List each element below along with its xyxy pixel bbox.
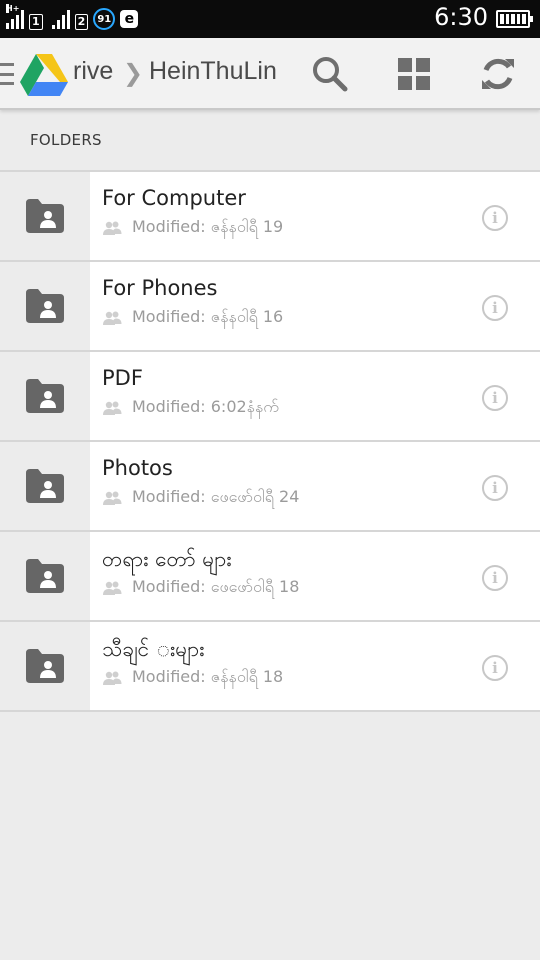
- grid-view-icon: [398, 58, 430, 90]
- folder-name: For Computer: [102, 186, 246, 210]
- signal-icon-sim2: [51, 9, 70, 29]
- info-icon[interactable]: i: [482, 385, 508, 411]
- status-bar: H+ 1 2 91 e 6:30: [0, 0, 540, 38]
- breadcrumb-separator: ❯: [123, 59, 144, 87]
- refresh-icon: [482, 58, 514, 90]
- menu-icon[interactable]: [0, 63, 14, 85]
- folder-name: သီချင် းများ: [102, 637, 205, 661]
- shared-folder-icon: [26, 379, 64, 413]
- folder-row[interactable]: Photos Modified: ဖေဖော်ဝါရီ 24 i: [0, 442, 540, 532]
- signal-icon-sim1: H+: [6, 4, 24, 29]
- info-icon[interactable]: i: [482, 475, 508, 501]
- folder-name: တရား တော် များ: [102, 547, 232, 571]
- folder-row[interactable]: PDF Modified: 6:02နံနက် i: [0, 352, 540, 442]
- status-clock: 6:30: [434, 3, 488, 31]
- shared-folder-icon: [26, 649, 64, 683]
- folder-list: For Computer Modified: ဇန်နဝါရီ 19 i For…: [0, 170, 540, 712]
- shared-people-icon: [103, 221, 122, 235]
- current-folder-title[interactable]: HeinThuLin: [149, 57, 277, 86]
- info-icon[interactable]: i: [482, 205, 508, 231]
- folder-row[interactable]: For Computer Modified: ဇန်နဝါရီ 19 i: [0, 172, 540, 262]
- folder-thumbnail: [0, 442, 90, 530]
- network-type-label: H+: [6, 4, 20, 13]
- folder-modified-date: Modified: ဇန်နဝါရီ 19: [132, 217, 284, 236]
- folder-thumbnail: [0, 262, 90, 350]
- shared-folder-icon: [26, 199, 64, 233]
- app-notification-icon: e: [120, 10, 139, 28]
- section-label: FOLDERS: [30, 131, 102, 149]
- shared-people-icon: [103, 581, 122, 595]
- sim1-label: 1: [29, 14, 43, 30]
- shared-folder-icon: [26, 289, 64, 323]
- info-icon[interactable]: i: [482, 655, 508, 681]
- action-bar: rive ❯ HeinThuLin: [0, 38, 540, 110]
- shared-people-icon: [103, 401, 122, 415]
- shared-people-icon: [103, 671, 122, 685]
- folder-row[interactable]: တရား တော် များ Modified: ဖေဖော်ဝါရီ 18 i: [0, 532, 540, 622]
- folder-modified-date: Modified: ဖေဖော်ဝါရီ 24: [132, 487, 300, 506]
- folder-modified-date: Modified: ဇန်နဝါရီ 16: [132, 307, 284, 326]
- folder-row[interactable]: သီချင် းများ Modified: ဇန်နဝါရီ 18 i: [0, 622, 540, 712]
- info-icon[interactable]: i: [482, 295, 508, 321]
- folder-name: PDF: [102, 366, 143, 390]
- folder-thumbnail: [0, 172, 90, 260]
- folder-row[interactable]: For Phones Modified: ဇန်နဝါရီ 16 i: [0, 262, 540, 352]
- folders-section-header: FOLDERS: [0, 110, 540, 170]
- folder-modified-date: Modified: ဖေဖော်ဝါရီ 18: [132, 577, 300, 596]
- refresh-button[interactable]: [476, 52, 520, 96]
- app-title[interactable]: rive: [73, 57, 113, 86]
- notification-badge: 91: [93, 8, 116, 30]
- folder-modified-date: Modified: ဇန်နဝါရီ 18: [132, 667, 284, 686]
- folder-thumbnail: [0, 622, 90, 710]
- shared-folder-icon: [26, 469, 64, 503]
- shared-people-icon: [103, 311, 122, 325]
- search-button[interactable]: [308, 52, 352, 96]
- folder-thumbnail: [0, 352, 90, 440]
- grid-view-button[interactable]: [392, 52, 436, 96]
- folder-modified-date: Modified: 6:02နံနက်: [132, 397, 279, 416]
- folder-thumbnail: [0, 532, 90, 620]
- shared-folder-icon: [26, 559, 64, 593]
- info-icon[interactable]: i: [482, 565, 508, 591]
- shared-people-icon: [103, 491, 122, 505]
- folder-name: Photos: [102, 456, 173, 480]
- folder-name: For Phones: [102, 276, 218, 300]
- search-icon: [313, 57, 348, 92]
- battery-icon: [496, 10, 533, 28]
- sim2-label: 2: [74, 14, 89, 30]
- drive-logo-icon[interactable]: [20, 54, 68, 96]
